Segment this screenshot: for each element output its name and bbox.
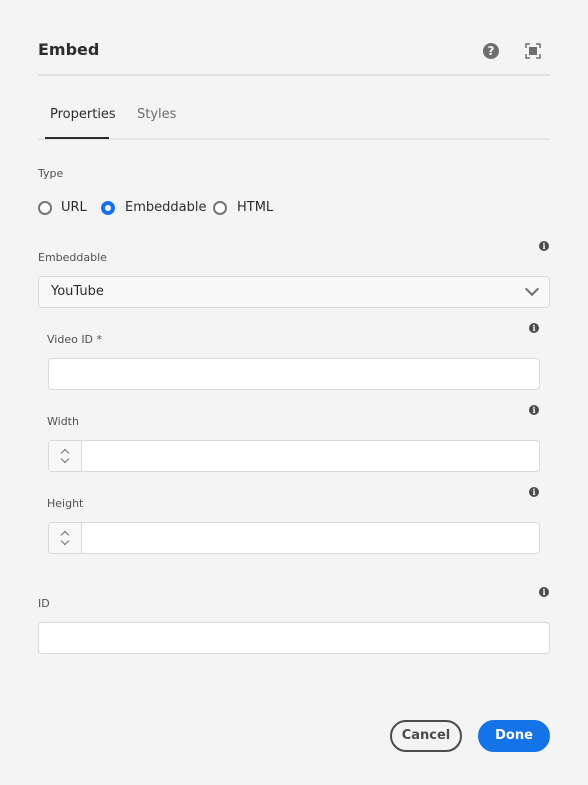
- chevron-down-icon: [524, 281, 540, 297]
- radio-url[interactable]: [38, 201, 52, 215]
- cancel-button[interactable]: Cancel: [390, 720, 462, 752]
- done-button[interactable]: Done: [478, 720, 550, 752]
- radio-embeddable-label[interactable]: Embeddable: [125, 200, 206, 215]
- info-icon[interactable]: i: [539, 241, 549, 251]
- chevron-down-icon[interactable]: [60, 536, 70, 546]
- radio-html[interactable]: [213, 201, 227, 215]
- tabs-divider: [38, 138, 550, 140]
- info-icon[interactable]: i: [529, 405, 539, 415]
- embeddable-select[interactable]: YouTube: [38, 276, 550, 308]
- radio-html-label[interactable]: HTML: [237, 200, 273, 215]
- info-icon[interactable]: i: [539, 587, 549, 597]
- video-id-input[interactable]: [48, 358, 540, 390]
- help-icon[interactable]: ?: [483, 43, 499, 59]
- header-divider: [38, 74, 550, 76]
- info-icon[interactable]: i: [529, 323, 539, 333]
- info-icon[interactable]: i: [529, 487, 539, 497]
- active-tab-indicator: [45, 137, 109, 139]
- tab-properties[interactable]: Properties: [50, 107, 116, 122]
- id-input[interactable]: [38, 622, 550, 654]
- tab-styles[interactable]: Styles: [137, 107, 176, 122]
- width-label: Width: [47, 415, 79, 428]
- radio-url-label[interactable]: URL: [61, 200, 87, 215]
- height-label: Height: [47, 497, 84, 510]
- radio-embeddable[interactable]: [101, 201, 115, 215]
- type-label: Type: [38, 167, 64, 180]
- embeddable-value: YouTube: [51, 284, 104, 299]
- width-stepper[interactable]: [49, 441, 82, 471]
- height-stepper[interactable]: [49, 523, 82, 553]
- id-label: ID: [38, 597, 50, 610]
- width-number-field[interactable]: [48, 440, 540, 472]
- embeddable-label: Embeddable: [38, 251, 107, 264]
- height-number-field[interactable]: [48, 522, 540, 554]
- dialog-title: Embed: [38, 40, 100, 59]
- video-id-label: Video ID *: [47, 333, 103, 346]
- chevron-down-icon[interactable]: [60, 454, 70, 464]
- fullscreen-icon[interactable]: [525, 43, 541, 59]
